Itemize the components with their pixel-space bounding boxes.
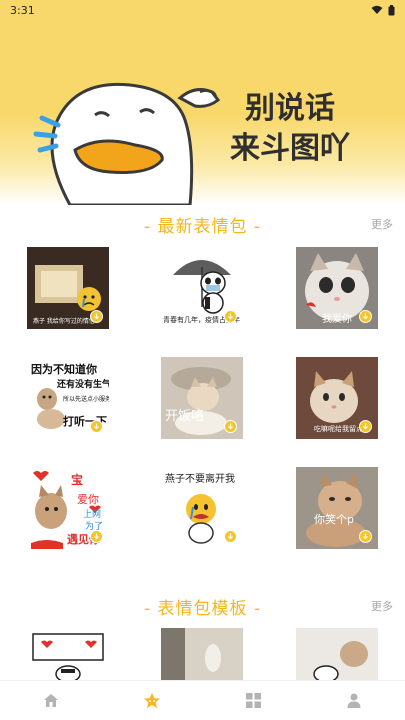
sticker-caption: 我爱你 <box>322 314 352 325</box>
sticker-tile[interactable]: 青春有几年，疫情占三年 <box>161 247 243 329</box>
download-icon[interactable] <box>90 530 103 543</box>
wifi-icon <box>371 5 383 14</box>
hero-banner[interactable]: 别说话 来斗图吖 <box>0 0 405 205</box>
download-icon[interactable] <box>359 310 372 323</box>
sticker-tile[interactable]: 因为不知道你 还有没有生气 所以先送点小服务 打听一下 <box>27 357 109 439</box>
sticker-caption-mid: 还有没有生气 <box>57 380 109 390</box>
sticker-caption: 燕子不要离开我 <box>165 474 235 485</box>
download-icon[interactable] <box>224 530 237 543</box>
templates-section-header: - 表情包模板 - 更多 <box>0 594 405 620</box>
nav-profile[interactable] <box>329 683 379 719</box>
sticker-caption: 开饭咯 <box>165 409 205 424</box>
sticker-tile[interactable]: 吃嘛呢给我留点 <box>296 357 378 439</box>
duck-illustration: 别说话 来斗图吖 <box>33 82 350 205</box>
download-icon[interactable] <box>224 310 237 323</box>
template-tile[interactable] <box>161 628 243 680</box>
sticker-tile[interactable]: 你笑个p <box>296 467 378 549</box>
user-icon <box>347 693 361 708</box>
sticker-word: 宝 <box>71 473 84 487</box>
templates-section-title: - 表情包模板 - <box>143 599 262 619</box>
nav-home[interactable] <box>26 683 76 719</box>
status-bar: 3:31 <box>0 0 405 20</box>
templates-more-link[interactable]: 更多 <box>371 598 393 614</box>
sticker-caption-small: 所以先送点小服务 <box>63 396 109 403</box>
battery-icon <box>388 4 395 15</box>
sticker-caption-top: 因为不知道你 <box>31 363 97 376</box>
hero-title-line2: 来斗图吖 <box>230 131 350 166</box>
hero-title-line1: 别说话 <box>245 91 335 126</box>
template-image <box>296 628 378 680</box>
download-icon[interactable] <box>90 310 103 323</box>
sticker-tile[interactable]: 宝 爱你 上网 为了 遇见你 <box>27 467 109 549</box>
sticker-tile[interactable]: 燕子 我给你写过的情信 <box>27 247 109 329</box>
sticker-tile[interactable]: 燕子不要离开我 <box>161 467 243 549</box>
template-image <box>27 628 109 680</box>
sticker-word: 爱你 <box>77 493 99 506</box>
latest-more-link[interactable]: 更多 <box>371 216 393 232</box>
latest-section-header: - 最新表情包 - 更多 <box>0 212 405 238</box>
status-time: 3:31 <box>10 3 35 17</box>
download-icon[interactable] <box>359 530 372 543</box>
sticker-tile[interactable]: 我爱你 <box>296 247 378 329</box>
grid-icon <box>245 693 261 708</box>
latest-section-title: - 最新表情包 - <box>143 217 262 237</box>
sticker-tile[interactable]: 开饭咯 <box>161 357 243 439</box>
template-tile[interactable] <box>27 628 109 680</box>
download-icon[interactable] <box>359 420 372 433</box>
status-icons <box>371 4 395 16</box>
sticker-caption: 燕子 我给你写过的情信 <box>33 318 95 325</box>
home-icon <box>43 694 58 707</box>
template-image <box>161 628 243 680</box>
bottom-nav <box>0 680 405 720</box>
nav-stickers[interactable] <box>127 683 177 719</box>
sticker-caption: 吃嘛呢给我留点 <box>314 425 363 433</box>
nav-categories[interactable] <box>228 683 278 719</box>
star-icon <box>143 692 160 708</box>
download-icon[interactable] <box>90 420 103 433</box>
template-tile[interactable] <box>296 628 378 680</box>
sticker-caption: 你笑个p <box>314 513 354 526</box>
download-icon[interactable] <box>224 420 237 433</box>
